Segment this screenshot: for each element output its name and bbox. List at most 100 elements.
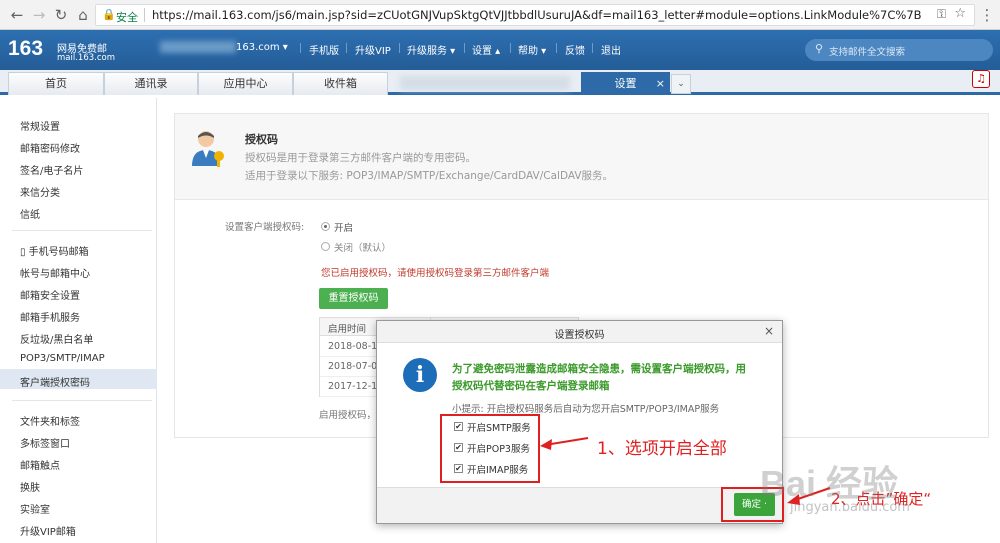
- account-name[interactable]: 163.com ▾: [236, 42, 288, 53]
- star-icon[interactable]: ☆: [954, 6, 966, 21]
- search-icon: ⚲: [815, 42, 824, 55]
- setting-label: 设置客户端授权码:: [225, 222, 305, 233]
- options-highlight-box: ✔ 开启SMTP服务 ✔ 开启POP3服务 ✔ 开启IMAP服务: [440, 414, 540, 483]
- tab-settings[interactable]: 设置 ×: [581, 72, 670, 95]
- divider: [399, 43, 400, 53]
- sidebar-item-filters[interactable]: 来信分类: [20, 184, 60, 199]
- secure-label: 安全: [116, 11, 138, 24]
- panel-services: 适用于登录以下服务: POP3/IMAP/SMTP/Exchange/CardD…: [245, 170, 614, 182]
- search-placeholder: 支持邮件全文搜索: [829, 47, 906, 58]
- logo-domain: mail.163.com: [57, 53, 115, 63]
- link-upgrade-service[interactable]: 升级服务 ▾: [407, 42, 455, 57]
- chevron-down-icon[interactable]: ⌄: [671, 74, 691, 94]
- table-cell: 2017-12-1: [328, 381, 378, 392]
- tab-app-center[interactable]: 应用中心: [198, 72, 293, 95]
- address-bar[interactable]: 🔒 安全 https://mail.163.com/js6/main.jsp?s…: [95, 4, 975, 26]
- sidebar-item-pop3[interactable]: POP3/SMTP/IMAP: [20, 353, 105, 364]
- panel-description: 授权码是用于登录第三方邮件客户端的专用密码。: [245, 152, 476, 164]
- divider: [510, 43, 511, 53]
- table-header-enabled-time: 启用时间: [328, 324, 367, 335]
- info-icon: i: [403, 358, 437, 392]
- tab-contacts[interactable]: 通讯录: [104, 72, 198, 95]
- imap-checkbox[interactable]: ✔: [454, 464, 463, 473]
- key-icon[interactable]: ⚿: [937, 7, 946, 22]
- sidebar-item-multitab[interactable]: 多标签窗口: [20, 435, 70, 450]
- sidebar-item-stationery[interactable]: 信纸: [20, 206, 40, 221]
- link-settings[interactable]: 设置 ▴: [472, 42, 500, 57]
- radio-disable-label[interactable]: 关闭（默认）: [334, 240, 391, 254]
- sidebar-item-vip[interactable]: 升级VIP邮箱: [20, 523, 76, 538]
- sidebar-item-password[interactable]: 邮箱密码修改: [20, 140, 80, 155]
- divider: [300, 43, 301, 53]
- radio-disable[interactable]: [321, 242, 330, 251]
- sidebar-item-general[interactable]: 常规设置: [20, 118, 60, 133]
- divider: [12, 230, 152, 231]
- sidebar-item-touch[interactable]: 邮箱触点: [20, 457, 60, 472]
- back-icon[interactable]: ←: [6, 4, 28, 26]
- watermark-url: jingyan.baidu.com: [790, 500, 910, 515]
- home-icon[interactable]: ⌂: [72, 4, 94, 26]
- imap-label[interactable]: 开启IMAP服务: [467, 462, 528, 476]
- dialog-tip: 小提示: 开启授权码服务后自动为您开启SMTP/POP3/IMAP服务: [452, 404, 720, 415]
- music-icon[interactable]: ♫: [972, 70, 990, 88]
- search-input[interactable]: ⚲ 支持邮件全文搜索: [805, 39, 993, 61]
- sidebar-item-folders[interactable]: 文件夹和标签: [20, 413, 80, 428]
- sidebar-item-security[interactable]: 邮箱安全设置: [20, 287, 80, 302]
- sidebar-item-phone-mail[interactable]: ▯ 手机号码邮箱: [20, 243, 89, 258]
- sidebar-item-account-center[interactable]: 帐号与邮箱中心: [20, 265, 90, 280]
- enabled-message: 您已启用授权码，请使用授权码登录第三方邮件客户端: [321, 268, 550, 279]
- sidebar-item-antispam[interactable]: 反垃圾/黑白名单: [20, 331, 93, 346]
- pop3-label[interactable]: 开启POP3服务: [467, 441, 530, 455]
- table-cell: 2018-07-0: [328, 361, 378, 372]
- divider: [346, 43, 347, 53]
- dialog-warning-line2: 授权码代替密码在客户端登录邮箱: [452, 380, 610, 392]
- annotation-step1: 1、选项开启全部: [597, 439, 727, 459]
- link-help[interactable]: 帮助 ▾: [518, 42, 546, 57]
- sidebar-item-client-auth[interactable]: 客户端授权密码: [20, 374, 90, 389]
- footnote: 启用授权码，: [319, 410, 377, 421]
- dialog-titlebar: 设置授权码 ×: [377, 321, 782, 343]
- sidebar-item-signature[interactable]: 签名/电子名片: [20, 162, 83, 177]
- tab-home[interactable]: 首页: [8, 72, 104, 95]
- redacted-account: [160, 41, 236, 53]
- sidebar-item-lab[interactable]: 实验室: [20, 501, 50, 516]
- redacted-tab: [400, 76, 570, 90]
- pop3-checkbox[interactable]: ✔: [454, 443, 463, 452]
- divider: [144, 8, 145, 22]
- reload-icon[interactable]: ↻: [50, 4, 72, 26]
- menu-icon[interactable]: ⋮: [976, 4, 998, 26]
- dialog-title: 设置授权码: [554, 330, 605, 341]
- sidebar-item-mobile-service[interactable]: 邮箱手机服务: [20, 309, 80, 324]
- close-icon[interactable]: ×: [764, 324, 774, 338]
- user-key-icon: [192, 131, 224, 167]
- forward-icon[interactable]: →: [28, 4, 50, 26]
- mail-header: 163 网易免费邮 mail.163.com 163.com ▾ 手机版 升级V…: [0, 30, 1000, 70]
- tab-settings-label: 设置: [614, 77, 637, 90]
- logo-number: 163: [8, 37, 44, 60]
- radio-enable-label[interactable]: 开启: [334, 220, 353, 234]
- browser-toolbar: ← → ↻ ⌂ 🔒 安全 https://mail.163.com/js6/ma…: [0, 0, 1000, 30]
- divider: [12, 400, 152, 401]
- smtp-label[interactable]: 开启SMTP服务: [467, 420, 531, 434]
- panel-header: 授权码 授权码是用于登录第三方邮件客户端的专用密码。 适用于登录以下服务: PO…: [175, 114, 988, 200]
- link-feedback[interactable]: 反馈: [565, 42, 585, 57]
- radio-enable[interactable]: [321, 222, 330, 231]
- close-icon[interactable]: ×: [656, 73, 665, 95]
- tab-bar: 首页 通讯录 应用中心 收件箱 设置 × ⌄: [0, 70, 1000, 95]
- dialog-warning-line1: 为了避免密码泄露造成邮箱安全隐患，需设置客户端授权码，用: [452, 363, 746, 375]
- sidebar-item-skin[interactable]: 换肤: [20, 479, 40, 494]
- link-upgrade-vip[interactable]: 升级VIP: [355, 42, 391, 57]
- link-logout[interactable]: 退出: [601, 42, 621, 57]
- url-text[interactable]: https://mail.163.com/js6/main.jsp?sid=zC…: [152, 8, 922, 22]
- tab-inbox[interactable]: 收件箱: [293, 72, 388, 95]
- divider: [592, 43, 593, 53]
- settings-sidebar: 常规设置 邮箱密码修改 签名/电子名片 来信分类 信纸 ▯ 手机号码邮箱 帐号与…: [0, 98, 157, 543]
- panel-title: 授权码: [245, 133, 278, 146]
- divider: [556, 43, 557, 53]
- table-cell: 2018-08-1: [328, 341, 378, 352]
- lock-icon: 🔒: [102, 8, 116, 21]
- link-mobile[interactable]: 手机版: [309, 42, 339, 57]
- divider: [464, 43, 465, 53]
- reset-auth-code-button[interactable]: 重置授权码: [319, 288, 388, 309]
- smtp-checkbox[interactable]: ✔: [454, 422, 463, 431]
